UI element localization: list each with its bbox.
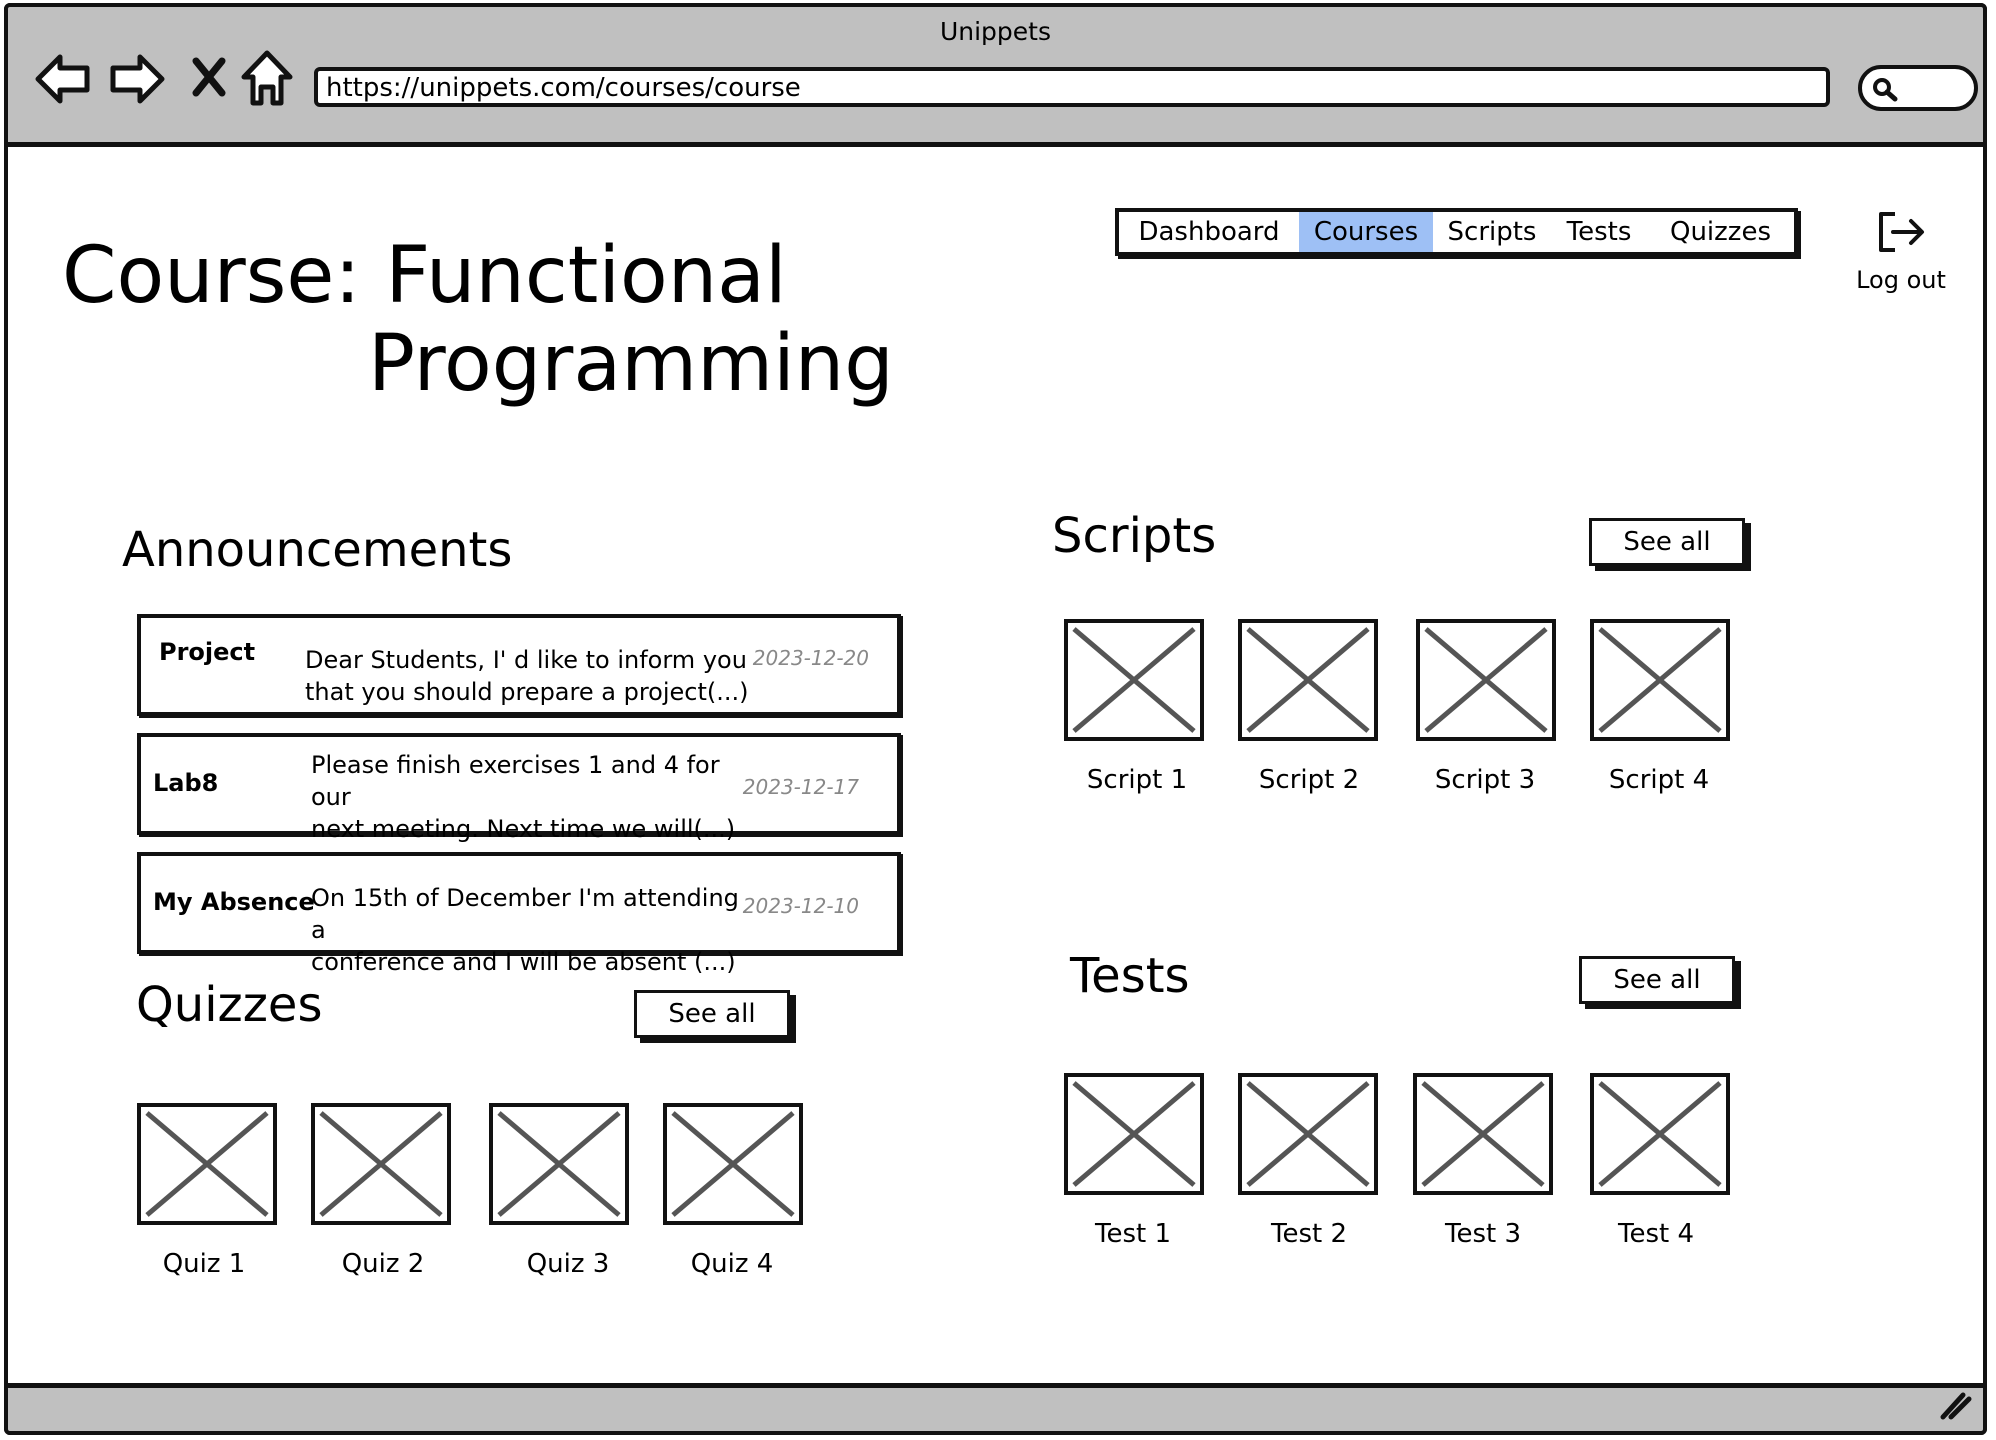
tests-heading: Tests xyxy=(1070,948,1190,1004)
test-label[interactable]: Test 2 xyxy=(1224,1219,1394,1249)
announcement-body: Dear Students, I' d like to inform you t… xyxy=(305,644,755,708)
announcement-body-line: that you should prepare a project(...) xyxy=(305,678,749,706)
tab-dashboard[interactable]: Dashboard xyxy=(1119,212,1299,252)
quizzes-heading: Quizzes xyxy=(136,977,323,1033)
browser-statusbar xyxy=(4,1383,1987,1435)
quiz-label[interactable]: Quiz 2 xyxy=(298,1249,468,1279)
resize-handle-icon[interactable] xyxy=(1937,1387,1973,1425)
quiz-thumbnail-image[interactable] xyxy=(137,1103,277,1225)
main-nav-tabs: Dashboard Courses Scripts Tests Quizzes xyxy=(1115,208,1798,256)
announcements-heading: Announcements xyxy=(122,522,513,578)
page-title-line-1: Course: Functional xyxy=(62,231,787,321)
search-icon xyxy=(1870,75,1900,107)
forward-arrow-icon[interactable] xyxy=(108,51,166,111)
quiz-label[interactable]: Quiz 3 xyxy=(483,1249,653,1279)
quizzes-see-all-button[interactable]: See all xyxy=(634,990,790,1038)
script-thumbnail-image[interactable] xyxy=(1416,619,1556,741)
announcement-body: Please finish exercises 1 and 4 for our … xyxy=(311,749,761,845)
test-label[interactable]: Test 1 xyxy=(1048,1219,1218,1249)
script-label[interactable]: Script 1 xyxy=(1052,765,1222,795)
tab-scripts[interactable]: Scripts xyxy=(1433,212,1551,252)
tab-quizzes[interactable]: Quizzes xyxy=(1647,212,1794,252)
stop-icon[interactable] xyxy=(192,57,226,101)
announcement-body-line: Dear Students, I' d like to inform you xyxy=(305,646,747,674)
script-thumbnail-image[interactable] xyxy=(1590,619,1730,741)
announcement-body: On 15th of December I'm attending a conf… xyxy=(311,882,761,978)
announcement-item[interactable]: My Absence On 15th of December I'm atten… xyxy=(137,852,901,976)
announcement-date: 2023-12-10 xyxy=(742,894,859,918)
quiz-label[interactable]: Quiz 1 xyxy=(119,1249,289,1279)
url-input[interactable]: https://unippets.com/courses/course xyxy=(314,67,1830,107)
browser-toolbar: Unippets https://unippets.com/courses/co… xyxy=(4,3,1987,147)
announcement-date: 2023-12-20 xyxy=(752,646,869,670)
announcement-body-line: On 15th of December I'm attending a xyxy=(311,884,739,944)
tab-tests[interactable]: Tests xyxy=(1551,212,1647,252)
tab-courses[interactable]: Courses xyxy=(1299,212,1433,252)
page-title: Course: Functional Programming xyxy=(62,232,894,408)
test-thumbnail-image[interactable] xyxy=(1590,1073,1730,1195)
browser-search-field[interactable] xyxy=(1858,65,1978,111)
quiz-label[interactable]: Quiz 4 xyxy=(647,1249,817,1279)
announcement-body-line: Please finish exercises 1 and 4 for our xyxy=(311,751,720,811)
announcement-item[interactable]: Lab8 Please finish exercises 1 and 4 for… xyxy=(137,733,901,843)
script-label[interactable]: Script 4 xyxy=(1574,765,1744,795)
page-title-line-2: Programming xyxy=(368,319,894,409)
test-thumbnail-image[interactable] xyxy=(1238,1073,1378,1195)
scripts-heading: Scripts xyxy=(1052,508,1217,564)
scripts-see-all-button[interactable]: See all xyxy=(1589,518,1745,566)
announcement-body-line: next meeting. Next time we will(...) xyxy=(311,815,736,843)
test-thumbnail-image[interactable] xyxy=(1064,1073,1204,1195)
browser-title: Unippets xyxy=(939,17,1052,46)
script-label[interactable]: Script 2 xyxy=(1224,765,1394,795)
logout-button[interactable]: Log out xyxy=(1848,208,1954,294)
quiz-thumbnail-image[interactable] xyxy=(311,1103,451,1225)
script-label[interactable]: Script 3 xyxy=(1400,765,1570,795)
logout-icon xyxy=(1873,212,1929,260)
test-label[interactable]: Test 4 xyxy=(1571,1219,1741,1249)
script-thumbnail-image[interactable] xyxy=(1064,619,1204,741)
home-icon[interactable] xyxy=(240,49,294,111)
test-thumbnail-image[interactable] xyxy=(1413,1073,1553,1195)
quiz-thumbnail-image[interactable] xyxy=(489,1103,629,1225)
logout-label: Log out xyxy=(1856,266,1946,294)
announcement-date: 2023-12-17 xyxy=(742,775,859,799)
quiz-thumbnail-image[interactable] xyxy=(663,1103,803,1225)
announcement-body-line: conference and I will be absent (...) xyxy=(311,948,736,976)
announcement-title: Project xyxy=(159,638,256,666)
tests-see-all-button[interactable]: See all xyxy=(1579,956,1735,1004)
test-label[interactable]: Test 3 xyxy=(1398,1219,1568,1249)
announcement-title: My Absence xyxy=(153,888,315,916)
announcement-title: Lab8 xyxy=(153,769,219,797)
back-arrow-icon[interactable] xyxy=(34,51,92,111)
script-thumbnail-image[interactable] xyxy=(1238,619,1378,741)
announcement-item[interactable]: Project Dear Students, I' d like to info… xyxy=(137,614,901,716)
